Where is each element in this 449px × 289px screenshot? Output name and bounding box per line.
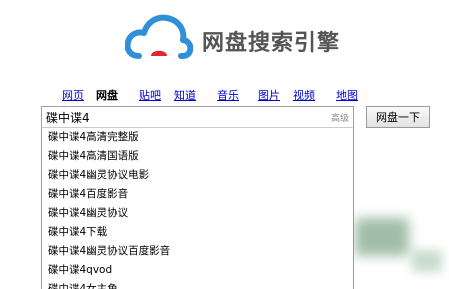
tab-video[interactable]: 视频: [293, 87, 315, 103]
search-category-nav: 网页 网盘 贴吧 知道 音乐 图片 视频 地图: [0, 87, 449, 103]
suggestion-item[interactable]: 碟中谍4幽灵协议: [42, 204, 353, 223]
logo-title: 网盘搜索引擎: [202, 31, 341, 56]
tab-web[interactable]: 网页: [62, 87, 84, 103]
page: 网盘搜索引擎 网页 网盘 贴吧 知道 音乐 图片 视频 地图 高级 网盘一下 碟…: [0, 0, 449, 289]
suggestion-item[interactable]: 碟中谍4高清国语版: [42, 147, 353, 166]
tab-images[interactable]: 图片: [258, 87, 280, 103]
tab-netdisk[interactable]: 网盘: [96, 87, 118, 103]
search-input[interactable]: [46, 109, 316, 125]
suggestion-item[interactable]: 碟中谍4百度影音: [42, 185, 353, 204]
tab-music[interactable]: 音乐: [217, 87, 239, 103]
suggestion-item[interactable]: 碟中谍4幽灵协议百度影音: [42, 242, 353, 261]
suggestion-item[interactable]: 碟中谍4高清完整版: [42, 128, 353, 147]
tab-zhidao[interactable]: 知道: [174, 87, 196, 103]
suggestion-dropdown: 碟中谍4高清完整版 碟中谍4高清国语版 碟中谍4幽灵协议电影 碟中谍4百度影音 …: [41, 128, 354, 289]
cloud-icon: [125, 14, 193, 59]
advanced-search-link[interactable]: 高级: [331, 111, 349, 124]
suggestion-item[interactable]: 碟中谍4qvod: [42, 261, 353, 280]
search-button[interactable]: 网盘一下: [366, 106, 430, 128]
tab-map[interactable]: 地图: [336, 87, 358, 103]
suggestion-item[interactable]: 碟中谍4女主角: [42, 280, 353, 289]
suggestion-item[interactable]: 碟中谍4幽灵协议电影: [42, 166, 353, 185]
blurred-image: [355, 218, 409, 256]
tab-tieba[interactable]: 贴吧: [139, 87, 161, 103]
search-box: 高级: [41, 106, 354, 128]
blurred-image: [412, 250, 442, 272]
suggestion-item[interactable]: 碟中谍4下载: [42, 223, 353, 242]
